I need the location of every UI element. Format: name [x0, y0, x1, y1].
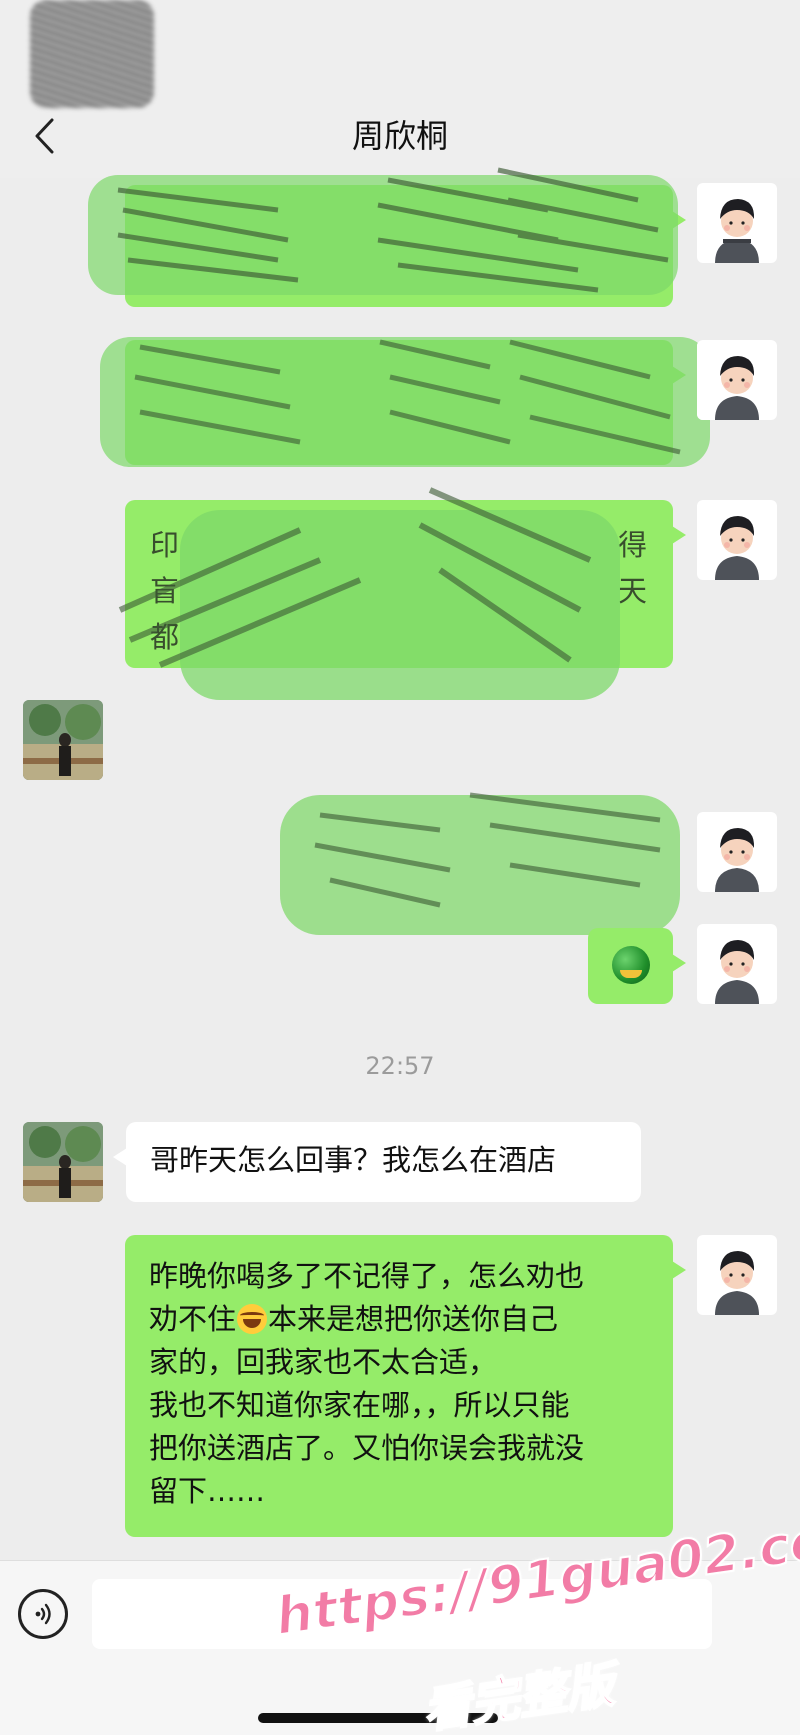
my-avatar[interactable] — [697, 340, 777, 420]
chat-title[interactable]: 周欣桐 — [0, 112, 800, 160]
user-avatar-icon — [697, 924, 777, 1004]
outgoing-message-bubble[interactable] — [125, 500, 686, 668]
emoji-icon — [612, 946, 650, 984]
laughing-tears-emoji-icon — [237, 1304, 268, 1334]
contact-avatar[interactable] — [23, 1122, 103, 1202]
my-avatar[interactable] — [697, 1235, 777, 1315]
contact-avatar[interactable] — [23, 700, 103, 780]
voice-button[interactable] — [18, 1589, 68, 1639]
redacted-status-area — [30, 0, 154, 108]
partial-visible-char: 印 — [150, 528, 180, 562]
outgoing-message-bubble[interactable] — [125, 185, 686, 307]
my-avatar[interactable] — [697, 500, 777, 580]
chat-screen: 周欣桐 印 盲 都 得 天 22:57 哥昨天怎么回事？我怎么在酒店 昨晚你喝多… — [0, 0, 800, 1735]
chat-header: 周欣桐 — [0, 0, 800, 178]
partial-visible-char: 天 — [618, 574, 648, 608]
incoming-message-bubble[interactable]: 哥昨天怎么回事？我怎么在酒店 — [113, 1122, 641, 1202]
partial-visible-char: 都 — [150, 620, 180, 654]
user-avatar-icon — [697, 812, 777, 892]
user-avatar-icon — [697, 1235, 777, 1315]
contact-photo-icon — [23, 1122, 103, 1202]
contact-photo-icon — [23, 700, 103, 780]
outgoing-message-bubble[interactable] — [125, 340, 686, 465]
user-avatar-icon — [697, 340, 777, 420]
voice-icon — [35, 1603, 51, 1625]
my-avatar[interactable] — [697, 183, 777, 263]
incoming-message-text: 哥昨天怎么回事？我怎么在酒店 — [150, 1143, 557, 1177]
partial-visible-char: 得 — [618, 528, 648, 562]
my-avatar[interactable] — [697, 812, 777, 892]
outgoing-message-bubble[interactable]: 昨晚你喝多了不记得了，怎么劝也 劝不住 本来是想把你送你自己 家的，回我家也不太合… — [125, 1235, 686, 1537]
user-avatar-icon — [697, 183, 777, 263]
partial-visible-char: 盲 — [150, 574, 180, 608]
my-avatar[interactable] — [697, 924, 777, 1004]
user-avatar-icon — [697, 500, 777, 580]
message-timestamp: 22:57 — [365, 1052, 435, 1080]
